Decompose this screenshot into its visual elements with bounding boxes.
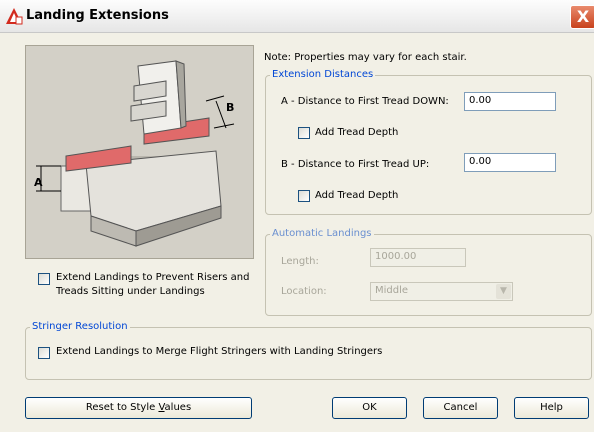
add-tread-depth-a-label: Add Tread Depth: [315, 127, 399, 138]
extend-landings-label-line1: Extend Landings to Prevent Risers and: [56, 272, 250, 283]
reset-to-style-values-button[interactable]: Reset to Style Values: [25, 397, 252, 419]
ok-button[interactable]: OK: [332, 397, 407, 419]
automatic-landings-legend: Automatic Landings: [270, 228, 374, 239]
length-input[interactable]: 1000.00: [370, 248, 466, 267]
extend-landings-label-line2: Treads Sitting under Landings: [56, 286, 205, 297]
cancel-button[interactable]: Cancel: [423, 397, 498, 419]
distance-up-input[interactable]: 0.00: [464, 153, 556, 172]
merge-stringers-label: Extend Landings to Merge Flight Stringer…: [56, 346, 383, 357]
add-tread-depth-b-checkbox[interactable]: [298, 190, 310, 202]
help-button[interactable]: Help: [514, 397, 589, 419]
dialog-window: Landing Extensions X A B Extend Landings…: [0, 0, 594, 432]
merge-stringers-checkbox[interactable]: [38, 347, 50, 359]
automatic-landings-group: [265, 234, 592, 316]
location-select[interactable]: Middle ▼: [370, 282, 513, 301]
add-tread-depth-b-label: Add Tread Depth: [315, 190, 399, 201]
distance-down-input[interactable]: 0.00: [464, 92, 556, 111]
dimension-a-label: A: [34, 176, 43, 189]
properties-note: Note: Properties may vary for each stair…: [264, 52, 467, 63]
stair-illustration: [36, 60, 235, 247]
length-label: Length:: [281, 256, 319, 267]
location-select-value: Middle: [375, 285, 409, 296]
title-bar[interactable]: Landing Extensions X: [0, 0, 594, 33]
distance-down-label: A - Distance to First Tread DOWN:: [281, 96, 449, 107]
autocad-logo-icon: [6, 8, 23, 25]
dimension-b-label: B: [226, 101, 235, 114]
stringer-resolution-legend: Stringer Resolution: [30, 321, 130, 332]
location-label: Location:: [281, 286, 327, 297]
add-tread-depth-a-checkbox[interactable]: [298, 127, 310, 139]
stair-preview-image: A B: [25, 45, 254, 259]
extend-landings-checkbox[interactable]: [38, 273, 50, 285]
close-button[interactable]: X: [570, 5, 594, 29]
distance-up-label: B - Distance to First Tread UP:: [281, 159, 430, 170]
window-title: Landing Extensions: [26, 8, 169, 23]
extension-distances-legend: Extension Distances: [270, 69, 376, 80]
chevron-down-icon[interactable]: ▼: [496, 284, 511, 299]
